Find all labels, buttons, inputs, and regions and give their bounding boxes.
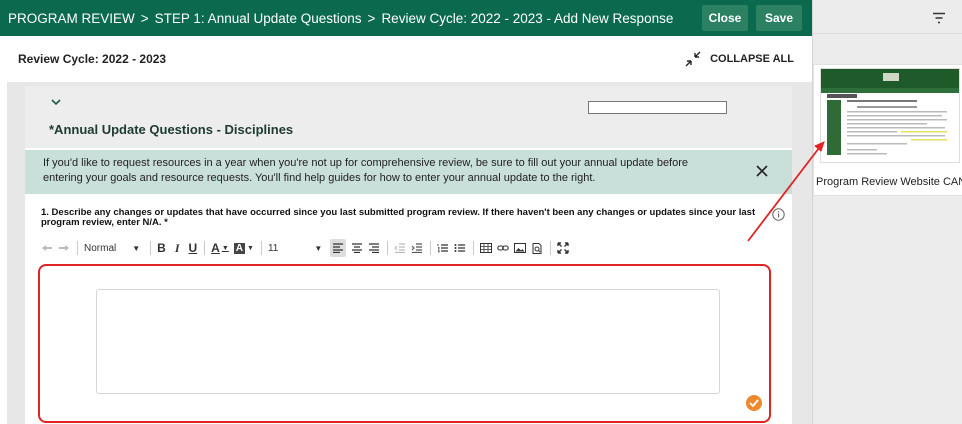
panel-toolbar bbox=[813, 0, 962, 34]
question-section-card: *Annual Update Questions - Disciplines I… bbox=[25, 86, 792, 424]
help-guides-panel: Program Review Website CAN bbox=[812, 0, 962, 424]
table-icon[interactable] bbox=[480, 239, 493, 257]
font-size-value: 11 bbox=[267, 242, 279, 254]
indent-icon[interactable] bbox=[411, 239, 423, 257]
breadcrumb-separator: > bbox=[140, 10, 149, 26]
close-button[interactable]: Close bbox=[702, 5, 748, 31]
info-banner: If you'd like to request resources in a … bbox=[25, 150, 792, 194]
editor-toolbar: Normal ▼ B I U A ▼ A ▼ 11 ▼ bbox=[41, 236, 771, 260]
breadcrumb-current: Review Cycle: 2022 - 2023 - Add New Resp… bbox=[381, 10, 674, 26]
editor-highlight-frame bbox=[38, 264, 771, 423]
toolbar-divider bbox=[77, 241, 78, 255]
chevron-down-icon: ▼ bbox=[314, 243, 323, 253]
image-icon[interactable] bbox=[514, 239, 527, 257]
top-header: PROGRAM REVIEW > STEP 1: Annual Update Que… bbox=[0, 0, 812, 36]
bold-button[interactable]: B bbox=[157, 239, 166, 257]
toolbar-divider bbox=[387, 241, 389, 255]
align-center-icon[interactable] bbox=[351, 239, 363, 257]
font-color-label: A bbox=[211, 241, 220, 255]
main-area: PROGRAM REVIEW > STEP 1: Annual Update Que… bbox=[0, 0, 812, 424]
toolbar-divider bbox=[204, 241, 206, 255]
breadcrumb-separator: > bbox=[367, 10, 376, 26]
section-header: *Annual Update Questions - Disciplines bbox=[25, 86, 792, 148]
paragraph-style-select[interactable]: Normal ▼ bbox=[84, 243, 140, 254]
save-button[interactable]: Save bbox=[756, 5, 802, 31]
chevron-down-icon[interactable] bbox=[50, 96, 62, 108]
info-banner-text: If you'd like to request resources in a … bbox=[43, 157, 689, 184]
background-color-button[interactable]: A ▼ bbox=[233, 239, 254, 257]
preview-icon[interactable] bbox=[531, 239, 543, 257]
section-search-input[interactable] bbox=[588, 101, 727, 114]
toolbar-divider bbox=[473, 241, 475, 255]
redo-icon[interactable] bbox=[58, 239, 70, 257]
link-icon[interactable] bbox=[497, 239, 510, 257]
content-area: *Annual Update Questions - Disciplines I… bbox=[7, 82, 812, 424]
website-thumbnail[interactable] bbox=[820, 68, 960, 163]
breadcrumb-program-review[interactable]: PROGRAM REVIEW bbox=[8, 11, 135, 26]
help-guide-card[interactable]: Program Review Website CAN bbox=[813, 64, 962, 196]
help-guide-title[interactable]: Program Review Website CAN bbox=[816, 176, 962, 188]
paragraph-style-value: Normal bbox=[84, 242, 117, 254]
website-thumbnail-image bbox=[821, 69, 959, 155]
bullet-list-icon[interactable] bbox=[454, 239, 466, 257]
toolbar-divider bbox=[260, 241, 262, 255]
collapse-all-button[interactable]: COLLAPSE ALL bbox=[684, 50, 794, 68]
font-color-button[interactable]: A ▼ bbox=[211, 239, 229, 257]
font-size-select[interactable]: 11 ▼ bbox=[268, 243, 322, 254]
fullscreen-icon[interactable] bbox=[557, 239, 569, 257]
align-left-icon[interactable] bbox=[330, 239, 347, 257]
chevron-down-icon: ▼ bbox=[132, 243, 141, 253]
filter-icon[interactable] bbox=[932, 12, 946, 24]
check-icon bbox=[746, 395, 762, 411]
underline-button[interactable]: U bbox=[189, 239, 198, 257]
italic-button[interactable]: I bbox=[175, 239, 180, 257]
numbered-list-icon[interactable] bbox=[437, 239, 449, 257]
toolbar-divider bbox=[150, 241, 152, 255]
toolbar-divider bbox=[550, 241, 552, 255]
review-cycle-title: Review Cycle: 2022 - 2023 bbox=[18, 52, 167, 66]
question-text: 1. Describe any changes or updates that … bbox=[41, 207, 756, 228]
annotation-arrow bbox=[747, 141, 825, 242]
align-right-icon[interactable] bbox=[368, 239, 380, 257]
toolbar-divider bbox=[430, 241, 432, 255]
outdent-icon[interactable] bbox=[394, 239, 406, 257]
breadcrumb-step1[interactable]: STEP 1: Annual Update Questions bbox=[155, 11, 362, 26]
section-title: *Annual Update Questions - Disciplines bbox=[49, 122, 294, 137]
collapse-icon bbox=[685, 51, 701, 67]
chevron-down-icon: ▼ bbox=[221, 244, 229, 252]
chevron-down-icon: ▼ bbox=[247, 244, 254, 252]
undo-icon[interactable] bbox=[41, 239, 53, 257]
collapse-all-label: COLLAPSE ALL bbox=[710, 53, 794, 65]
review-cycle-bar: Review Cycle: 2022 - 2023 COLLAPSE ALL bbox=[0, 36, 812, 82]
background-color-label: A bbox=[233, 242, 246, 254]
response-text-editor[interactable] bbox=[96, 289, 720, 394]
breadcrumb: PROGRAM REVIEW > STEP 1: Annual Update Que… bbox=[0, 11, 702, 26]
